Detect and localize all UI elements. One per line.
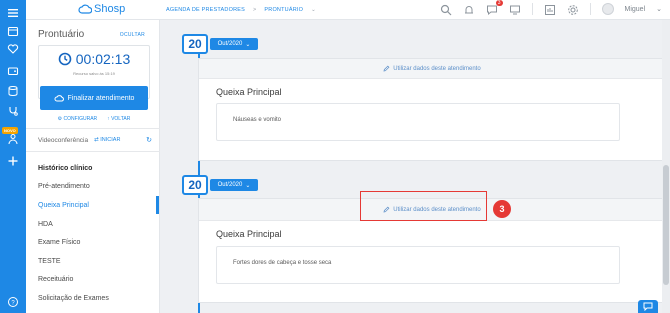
wallet-icon[interactable] — [6, 64, 20, 78]
back-label: VOLTAR — [111, 116, 131, 122]
panel-links: ⚙ CONFIGURAR ↑ VOLTAR — [40, 116, 148, 122]
svg-text:?: ? — [11, 300, 15, 306]
brand-name: Shosp — [94, 3, 126, 15]
breadcrumb-agenda[interactable]: AGENDA DE PRESTADORES — [166, 7, 245, 13]
help-icon[interactable]: ? — [6, 295, 20, 309]
database-icon[interactable] — [6, 84, 20, 98]
month-label: Out/2020 — [217, 41, 243, 47]
breadcrumb-separator-icon: > — [252, 7, 257, 13]
configure-link[interactable]: ⚙ CONFIGURAR — [58, 116, 98, 122]
complaint-field: Náuseas e vomito — [216, 103, 620, 141]
avatar[interactable] — [601, 3, 614, 15]
section-title: Queixa Principal — [216, 229, 282, 239]
finish-appointment-label: Finalizar atendimento — [67, 94, 135, 102]
menu-item-queixa-principal[interactable]: Queixa Principal — [38, 202, 89, 209]
breadcrumb-prontuario[interactable]: PRONTUÁRIO — [264, 7, 303, 13]
search-icon[interactable] — [440, 3, 452, 16]
cloud-icon — [54, 95, 64, 102]
calendar-icon[interactable] — [6, 24, 20, 38]
divider — [531, 3, 533, 15]
top-bar: Shosp AGENDA DE PRESTADORES > PRONTUÁRIO… — [26, 0, 670, 20]
use-data-label: Utilizar dados deste atendimento — [393, 65, 481, 72]
stethoscope-icon[interactable] — [6, 104, 20, 118]
month-selector[interactable]: Out/2020 ⌄ — [210, 38, 258, 50]
brand-logo[interactable]: Shosp — [78, 3, 125, 15]
menu-item-solicitacao-exames[interactable]: Solicitação de Exames — [38, 295, 109, 302]
refresh-icon[interactable]: ↻ — [146, 136, 152, 144]
menu-item-hda[interactable]: HDA — [38, 221, 53, 228]
divider — [26, 128, 160, 129]
chevron-down-icon: ⌄ — [245, 41, 251, 48]
chat-count-badge: 3 — [495, 0, 503, 6]
breadcrumb: AGENDA DE PRESTADORES > PRONTUÁRIO ⌄ — [166, 7, 316, 13]
pencil-icon — [383, 65, 390, 72]
add-icon[interactable] — [6, 154, 20, 168]
record-panel: Prontuário OCULTAR 00:02:13 Recurso salv… — [26, 20, 160, 313]
active-menu-indicator — [156, 196, 159, 214]
entry-day: 20 — [182, 175, 208, 195]
chat-icon[interactable]: 3 — [486, 0, 503, 16]
chevron-down-icon[interactable]: ⌄ — [311, 7, 316, 13]
top-actions: 3 Miguel ⌄ — [440, 0, 662, 16]
scrollbar[interactable] — [662, 20, 670, 313]
menu-item-receituario[interactable]: Receituário — [38, 276, 73, 283]
icon-rail: NOVO ? — [0, 0, 26, 313]
chat-widget-button[interactable] — [638, 300, 658, 313]
timer-value: 00:02:13 — [75, 51, 131, 67]
entry-card: Utilizar dados deste atendimento Queixa … — [198, 58, 666, 161]
entry-day: 20 — [182, 34, 208, 54]
videoconference-label: Videoconferência — [38, 136, 89, 144]
monitor-icon[interactable] — [509, 3, 521, 15]
back-link[interactable]: ↑ VOLTAR — [107, 116, 130, 122]
month-selector[interactable]: Out/2020 ⌄ — [210, 179, 258, 191]
menu-item-pre-atendimento[interactable]: Pré-atendimento — [38, 183, 90, 190]
chat-bubble-icon — [643, 302, 653, 311]
main-content: 20 Out/2020 ⌄ Utilizar dados deste atend… — [160, 20, 670, 313]
doctor-icon[interactable] — [6, 132, 20, 146]
heart-icon[interactable] — [6, 42, 20, 56]
clock-icon — [58, 52, 72, 66]
divider — [589, 3, 591, 15]
videoconference-row: Videoconferência ⇄ INICIAR ↻ — [38, 136, 152, 145]
panel-title: Prontuário — [38, 29, 85, 40]
clinical-history-header: Histórico clínico — [38, 165, 93, 172]
gear-icon[interactable] — [567, 3, 579, 15]
timer-caption: Recurso salvo às 15:19 — [73, 71, 115, 76]
menu-item-teste[interactable]: TESTE — [38, 258, 61, 265]
highlight-box — [360, 191, 487, 221]
section-title: Queixa Principal — [216, 87, 282, 97]
divider — [26, 151, 160, 152]
scroll-thumb[interactable] — [663, 165, 669, 285]
use-data-link[interactable]: Utilizar dados deste atendimento — [199, 59, 665, 79]
configure-label: CONFIGURAR — [63, 116, 98, 122]
month-label: Out/2020 — [217, 182, 243, 188]
bell-icon[interactable] — [463, 3, 475, 15]
reports-icon[interactable] — [544, 3, 556, 15]
menu-icon[interactable] — [6, 6, 20, 20]
chevron-down-icon: ⌄ — [245, 182, 251, 189]
hide-panel-link[interactable]: OCULTAR — [120, 32, 145, 38]
chevron-down-icon[interactable]: ⌄ — [656, 5, 662, 13]
menu-item-exame-fisico[interactable]: Exame Físico — [38, 239, 80, 246]
user-name[interactable]: Miguel — [625, 6, 646, 13]
start-video-label: INICIAR — [100, 137, 121, 143]
cloud-logo-icon — [78, 4, 92, 14]
timer: 00:02:13 — [39, 51, 149, 67]
start-video-link[interactable]: ⇄ INICIAR — [94, 137, 120, 143]
finish-appointment-button[interactable]: Finalizar atendimento — [40, 86, 148, 110]
step-badge: 3 — [493, 200, 511, 218]
complaint-field: Fortes dores de cabeça e tosse seca — [216, 246, 620, 284]
